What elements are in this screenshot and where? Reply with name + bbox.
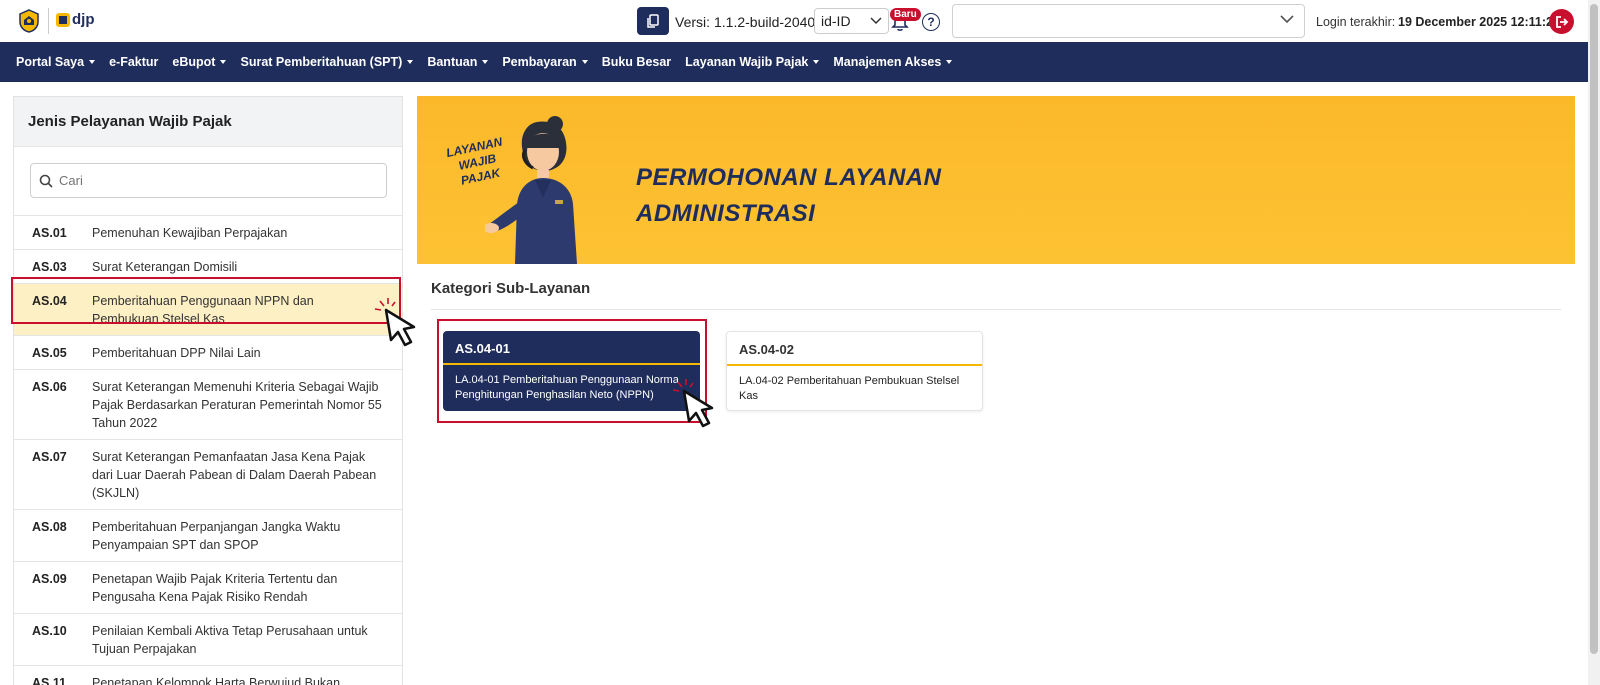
caret-down-icon (220, 60, 227, 64)
service-label: Surat Keterangan Domisili (92, 260, 238, 274)
service-list-item[interactable]: AS.07 Surat Keterangan Pemanfaatan Jasa K… (14, 439, 402, 509)
djp-mark-icon (56, 12, 70, 27)
nav-item-label: Layanan Wajib Pajak (685, 55, 809, 69)
version-label: Versi: (675, 14, 711, 30)
caret-down-icon (813, 60, 820, 64)
chevron-down-icon (870, 17, 882, 25)
version-value: 1.1.2-build-2040 (714, 14, 816, 30)
copy-button[interactable] (637, 7, 669, 35)
nav-item-label: Bantuan (427, 55, 478, 69)
nav-item-label: e-Faktur (109, 55, 159, 69)
search-icon (39, 174, 53, 188)
nav-item-surat-pemberitahuan-spt[interactable]: Surat Pemberitahuan (SPT) (240, 55, 414, 69)
service-label: Surat Keterangan Memenuhi Kriteria Sebag… (92, 380, 382, 430)
help-icon[interactable]: ? (922, 13, 940, 31)
service-label: Pemberitahuan DPP Nilai Lain (92, 346, 261, 360)
caret-down-icon (946, 60, 953, 64)
service-label: Penetapan Kelompok Harta Berwujud Bukan … (92, 676, 341, 685)
last-login-value: 19 December 2025 12:11:24 (1398, 15, 1560, 29)
nav-item-label: Buku Besar (601, 55, 672, 69)
service-list-item[interactable]: AS.06 Surat Keterangan Memenuhi Kriteria … (14, 369, 402, 439)
service-list-item[interactable]: AS.11 Penetapan Kelompok Harta Berwujud B… (14, 665, 402, 685)
service-list-item[interactable]: AS.08 Pemberitahuan Perpanjangan Jangka W… (14, 509, 402, 561)
nav-item-buku-besar[interactable]: Buku Besar (602, 55, 671, 69)
banner-title-line2: ADMINISTRASI (636, 200, 816, 227)
panel-title: Jenis Pelayanan Wajib Pajak (14, 97, 402, 147)
copy-icon (647, 14, 659, 28)
ministry-emblem-icon (19, 9, 39, 33)
nav-item-label: Manajemen Akses (833, 55, 942, 69)
service-code: AS.11 (32, 676, 67, 685)
nav-item-layanan-wajib-pajak[interactable]: Layanan Wajib Pajak (685, 55, 820, 69)
service-code: AS.05 (32, 346, 67, 360)
service-code: AS.01 (32, 226, 67, 240)
search-box[interactable] (30, 163, 387, 198)
service-code: AS.03 (32, 260, 67, 274)
search-input[interactable] (59, 173, 359, 188)
subservice-category-title: Kategori Sub-Layanan (431, 280, 591, 297)
nav-item-manajemen-akses[interactable]: Manajemen Akses (833, 55, 953, 69)
service-list-item[interactable]: AS.05 Pemberitahuan DPP Nilai Lain (14, 335, 402, 369)
nav-item-portal-saya[interactable]: Portal Saya (16, 55, 96, 69)
service-code: AS.08 (32, 520, 67, 534)
language-value: id-ID (821, 13, 851, 29)
customer-service-illustration (485, 116, 577, 264)
service-code: AS.10 (32, 624, 67, 638)
language-select[interactable]: id-ID (814, 8, 889, 34)
nav-item-label: Surat Pemberitahuan (SPT) (240, 55, 403, 69)
subservice-card-as0402[interactable]: AS.04-02 LA.04-02 Pemberitahuan Pembukua… (726, 331, 983, 411)
nav-item-e-faktur[interactable]: e-Faktur (109, 55, 158, 69)
pointer-cursor-icon (672, 379, 714, 428)
top-header: djp Versi: 1.1.2-build-2040 id-ID Baru ?… (0, 0, 1588, 42)
category-divider (431, 309, 1561, 310)
scrollbar-thumb[interactable] (1590, 4, 1598, 654)
caret-down-icon (89, 60, 96, 64)
service-label: Penilaian Kembali Aktiva Tetap Perusahaa… (92, 624, 368, 656)
nav-item-label: eBupot (172, 55, 216, 69)
service-code: AS.07 (32, 450, 67, 464)
nav-item-ebupot[interactable]: eBupot (172, 55, 227, 69)
nav-item-label: Portal Saya (16, 55, 85, 69)
djp-logo-text: djp (72, 11, 95, 28)
banner (417, 96, 1575, 264)
selected-card-highlight (437, 319, 707, 423)
pointer-cursor-icon (374, 298, 416, 347)
service-label: Pemenuhan Kewajiban Perpajakan (92, 226, 288, 240)
selected-row-highlight (11, 277, 401, 324)
page-scrollbar[interactable] (1588, 0, 1600, 685)
subservice-card-code: AS.04-02 (727, 332, 982, 366)
caret-down-icon (482, 60, 489, 64)
service-label: Pemberitahuan Perpanjangan Jangka Waktu … (92, 520, 341, 552)
logout-button[interactable] (1549, 9, 1574, 34)
nav-item-label: Pembayaran (502, 55, 577, 69)
service-list-item[interactable]: AS.01 Pemenuhan Kewajiban Perpajakan (14, 215, 402, 249)
service-code: AS.06 (32, 380, 67, 394)
caret-down-icon (407, 60, 414, 64)
service-list-item[interactable]: AS.10 Penilaian Kembali Aktiva Tetap Peru… (14, 613, 402, 665)
banner-title-line1: PERMOHONAN LAYANAN (636, 164, 942, 191)
last-login-label: Login terakhir: (1316, 15, 1396, 29)
service-code: AS.09 (32, 572, 67, 586)
logout-icon (1555, 15, 1568, 28)
chevron-down-icon (1280, 15, 1294, 24)
subservice-card-label: LA.04-02 Pemberitahuan Pembukuan Stelsel… (739, 375, 960, 402)
caret-down-icon (581, 60, 588, 64)
service-type-panel: Jenis Pelayanan Wajib Pajak AS.01 Pemenuh… (13, 96, 403, 685)
notification-badge: Baru (890, 8, 921, 21)
djp-logo[interactable]: djp (56, 11, 95, 28)
service-label: Surat Keterangan Pemanfaatan Jasa Kena P… (92, 450, 377, 500)
main-navbar: Portal Saya e-Faktur eBupot Surat Pemberita… (0, 42, 1588, 82)
nav-item-pembayaran[interactable]: Pembayaran (502, 55, 588, 69)
service-list-item[interactable]: AS.09 Penetapan Wajib Pajak Kriteria Tert… (14, 561, 402, 613)
account-select[interactable] (952, 4, 1305, 38)
nav-item-bantuan[interactable]: Bantuan (427, 55, 489, 69)
banner-title: PERMOHONAN LAYANAN ADMINISTRASI (636, 160, 941, 232)
service-label: Penetapan Wajib Pajak Kriteria Tertentu … (92, 572, 338, 604)
logo-divider (48, 8, 49, 34)
